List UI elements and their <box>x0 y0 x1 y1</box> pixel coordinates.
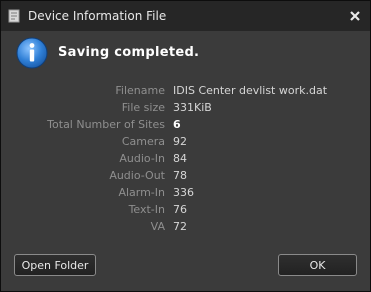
detail-row: Camera 92 <box>1 133 370 150</box>
detail-value: 6 <box>173 118 181 131</box>
detail-value: IDIS Center devlist work.dat <box>173 84 328 97</box>
detail-label: Filename <box>115 84 165 97</box>
detail-label: Alarm-In <box>118 186 165 199</box>
detail-value: 78 <box>173 169 187 182</box>
detail-row: Alarm-In 336 <box>1 184 370 201</box>
detail-value: 76 <box>173 203 187 216</box>
open-folder-button[interactable]: Open Folder <box>14 254 96 276</box>
detail-label: Audio-In <box>119 152 165 165</box>
detail-row: VA 72 <box>1 218 370 235</box>
detail-label: VA <box>150 220 165 233</box>
detail-row: Audio-Out 78 <box>1 167 370 184</box>
ok-button[interactable]: OK <box>278 254 357 276</box>
detail-value: 331KiB <box>173 101 212 114</box>
detail-row: File size 331KiB <box>1 99 370 116</box>
info-icon <box>16 37 48 69</box>
details-list: Filename IDIS Center devlist work.dat File… <box>1 82 370 235</box>
detail-value: 84 <box>173 152 187 165</box>
close-icon[interactable] <box>344 5 366 27</box>
dialog-body: Saving completed. Filename IDIS Center de… <box>1 31 370 291</box>
detail-row: Total Number of Sites 6 <box>1 116 370 133</box>
detail-value: 336 <box>173 186 194 199</box>
device-info-dialog: Device Information File Saving completed… <box>0 0 371 292</box>
detail-value: 72 <box>173 220 187 233</box>
detail-label: Camera <box>121 135 165 148</box>
detail-label: File size <box>121 101 165 114</box>
detail-row: Filename IDIS Center devlist work.dat <box>1 82 370 99</box>
title-bar[interactable]: Device Information File <box>1 1 370 31</box>
detail-value: 92 <box>173 135 187 148</box>
detail-label: Text-In <box>128 203 165 216</box>
detail-row: Text-In 76 <box>1 201 370 218</box>
detail-label: Audio-Out <box>109 169 165 182</box>
window-title: Device Information File <box>28 9 167 23</box>
detail-label: Total Number of Sites <box>47 118 165 131</box>
status-message: Saving completed. <box>58 45 200 60</box>
detail-row: Audio-In 84 <box>1 150 370 167</box>
document-icon <box>7 8 21 23</box>
